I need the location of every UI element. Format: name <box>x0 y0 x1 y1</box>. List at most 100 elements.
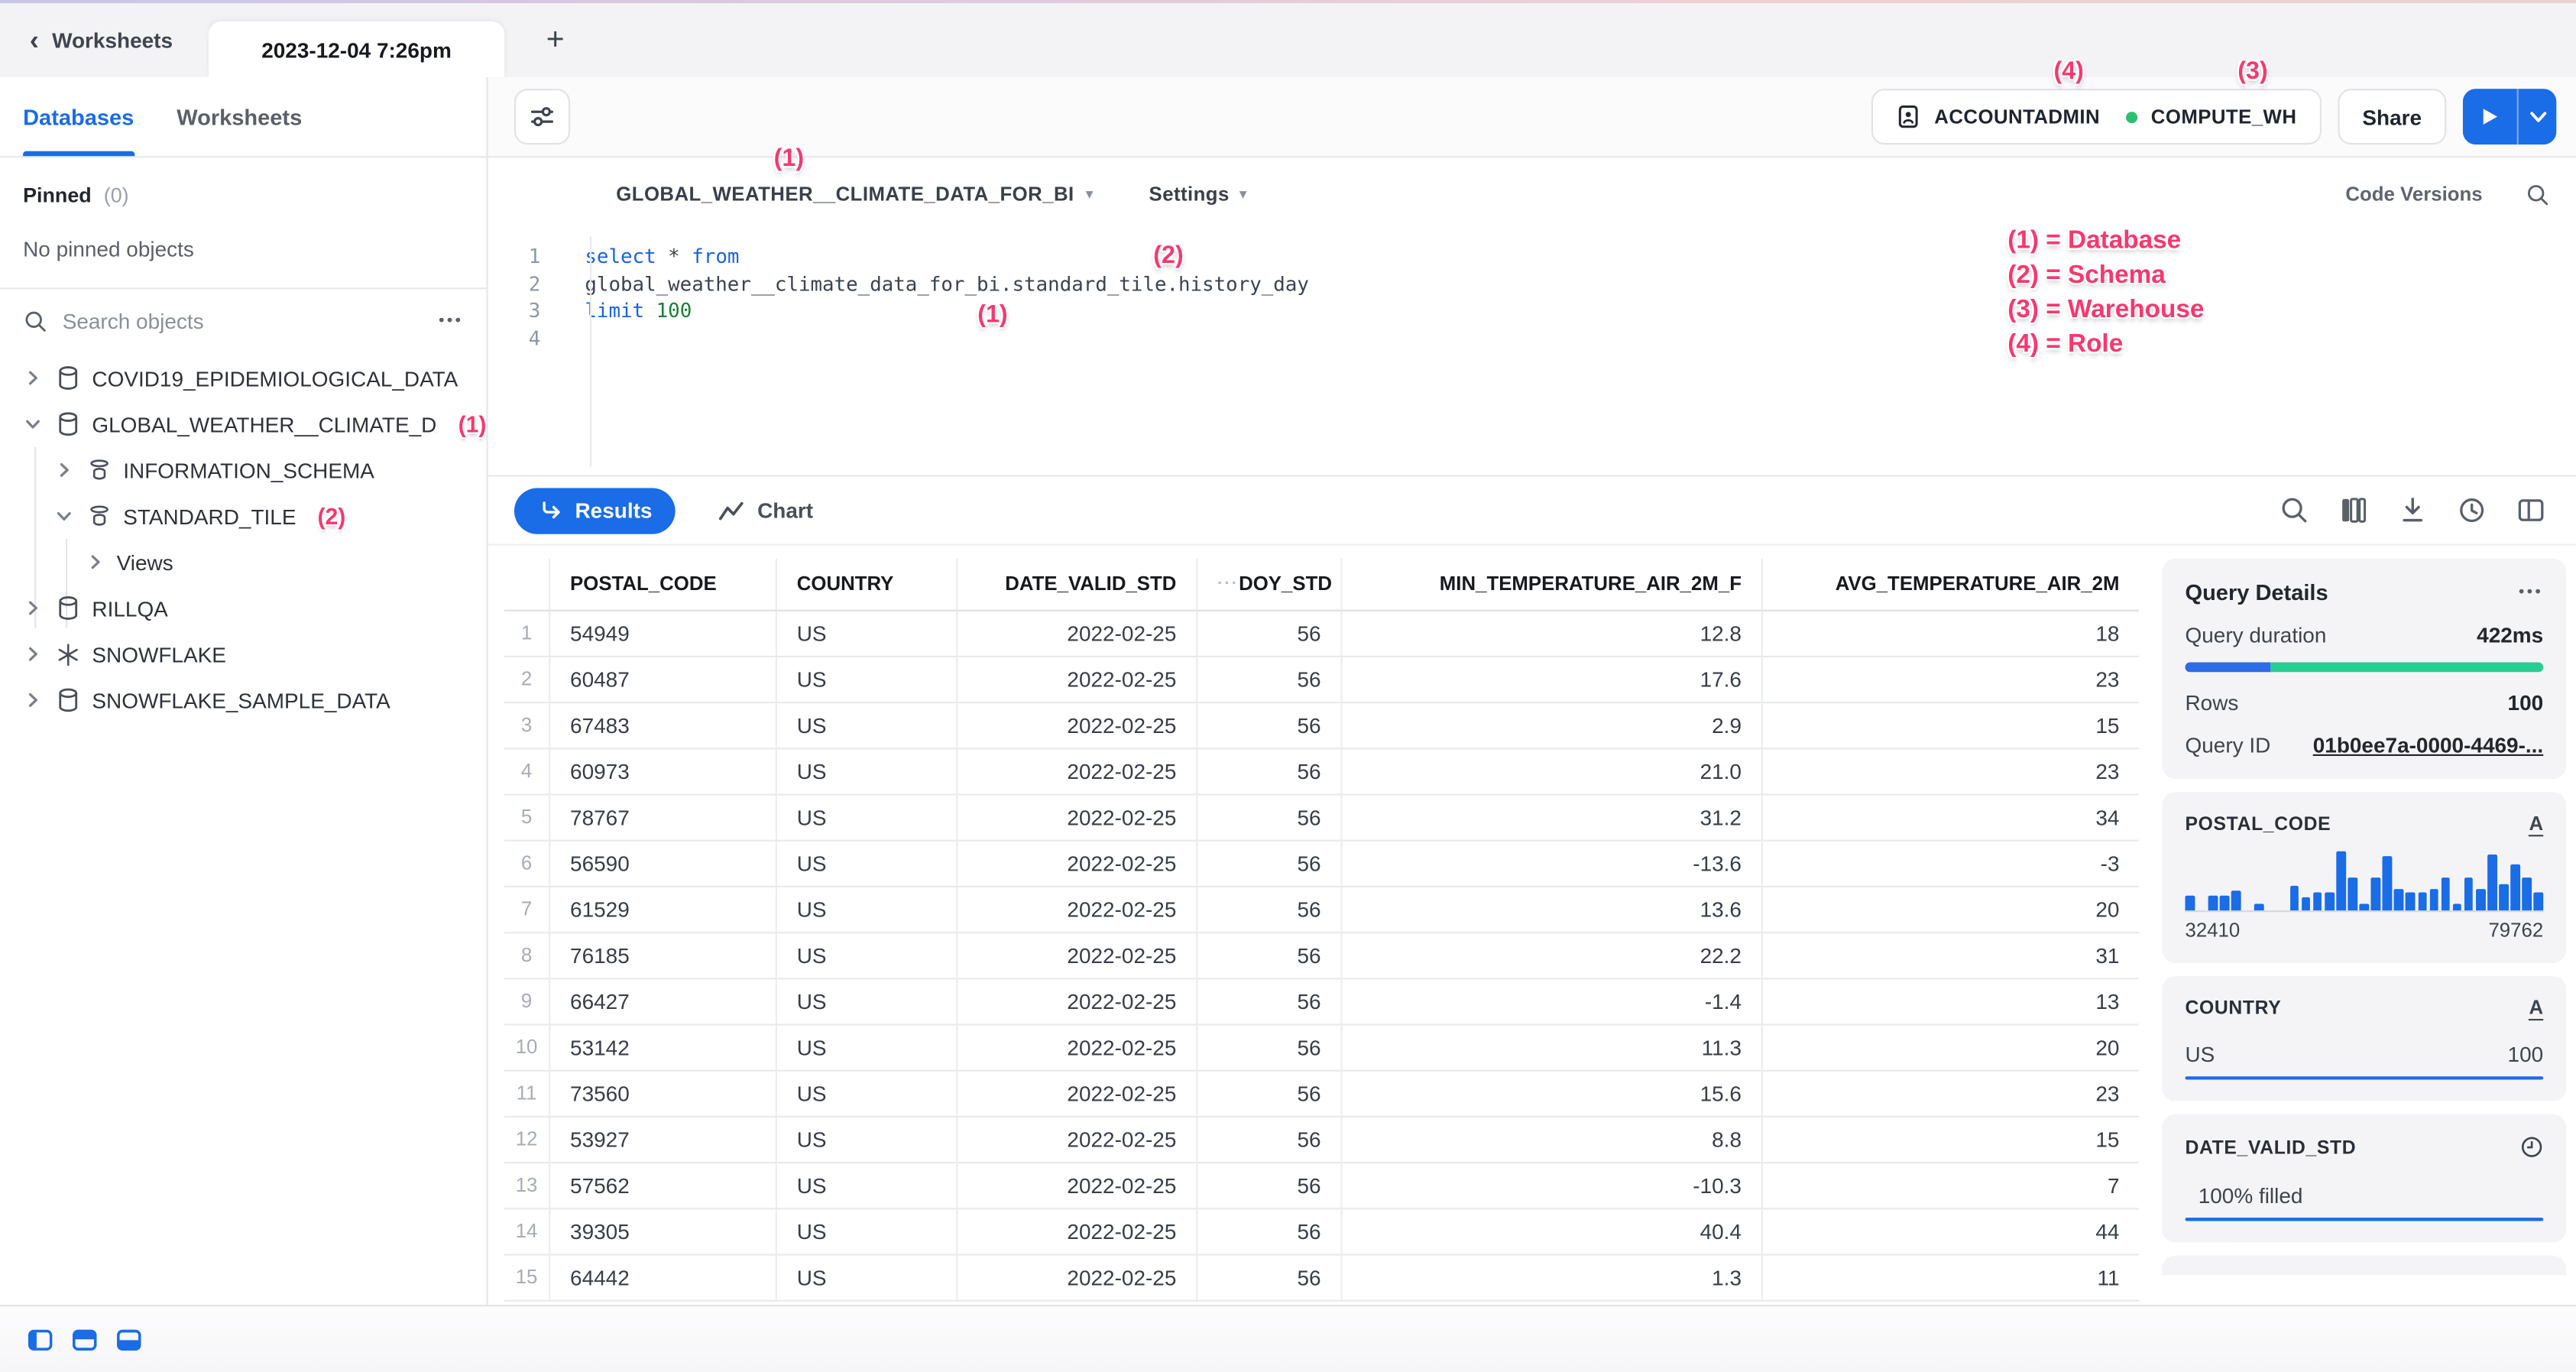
table-cell[interactable]: 2022-02-25 <box>957 1209 1197 1254</box>
table-cell[interactable]: 2022-02-25 <box>957 703 1197 748</box>
table-cell[interactable]: 2022-02-25 <box>957 1256 1197 1300</box>
table-cell[interactable]: 78767 <box>550 796 777 840</box>
column-header-avg_temperature_air_2m[interactable]: AVG_TEMPERATURE_AIR_2M <box>1763 559 2139 610</box>
table-row[interactable]: 761529US2022-02-255613.620 <box>504 887 2139 933</box>
table-cell[interactable]: 8.8 <box>1343 1117 1763 1162</box>
table-cell[interactable]: 56 <box>1197 611 1342 656</box>
table-cell[interactable]: 11.3 <box>1343 1026 1763 1070</box>
table-cell[interactable]: 2022-02-25 <box>957 1117 1197 1162</box>
table-cell[interactable]: US <box>777 749 958 793</box>
table-row[interactable]: 367483US2022-02-25562.915 <box>504 703 2139 749</box>
tab-results[interactable]: Results <box>514 487 676 533</box>
download-results-button[interactable] <box>2396 494 2429 527</box>
table-cell[interactable]: 67483 <box>550 703 777 748</box>
table-row[interactable]: 1053142US2022-02-255611.320 <box>504 1026 2139 1072</box>
table-cell[interactable]: US <box>777 1072 958 1116</box>
table-cell[interactable]: 40.4 <box>1343 1209 1763 1254</box>
table-cell[interactable]: 2022-02-25 <box>957 796 1197 840</box>
tab-databases[interactable]: Databases <box>23 77 134 156</box>
table-cell[interactable]: 64442 <box>550 1256 777 1300</box>
search-results-button[interactable] <box>2277 494 2310 527</box>
chevron-right-icon[interactable] <box>86 552 105 572</box>
tree-item-views[interactable]: Views <box>0 539 486 585</box>
tree-item-information-schema[interactable]: INFORMATION_SCHEMA <box>0 447 486 493</box>
table-cell[interactable]: US <box>777 1209 958 1254</box>
table-cell[interactable]: 13 <box>1763 979 2139 1023</box>
toggle-results-panel-icon[interactable] <box>117 1328 141 1350</box>
table-cell[interactable]: 2022-02-25 <box>957 887 1197 932</box>
role-warehouse-selector[interactable]: ACCOUNTADMIN COMPUTE_WH <box>1872 89 2322 144</box>
sql-editor[interactable]: 1select * from2global_weather__climate_d… <box>488 230 2576 352</box>
worksheet-filters-button[interactable] <box>514 89 570 144</box>
table-cell[interactable]: US <box>777 611 958 656</box>
table-cell[interactable]: 23 <box>1763 1072 2139 1116</box>
table-cell[interactable]: 56 <box>1197 887 1342 932</box>
table-row[interactable]: 578767US2022-02-255631.234 <box>504 796 2139 842</box>
table-cell[interactable]: US <box>777 1256 958 1300</box>
table-cell[interactable]: 56590 <box>550 842 777 886</box>
table-cell[interactable]: 56 <box>1197 842 1342 886</box>
table-cell[interactable]: 56 <box>1197 749 1342 793</box>
tree-item-covid19-epidemiological-data[interactable]: COVID19_EPIDEMIOLOGICAL_DATA <box>0 355 486 401</box>
tree-item-standard-tile[interactable]: STANDARD_TILE(2) <box>0 493 486 539</box>
table-cell[interactable]: US <box>777 842 958 886</box>
table-cell[interactable]: 2022-02-25 <box>957 979 1197 1023</box>
table-row[interactable]: 154949US2022-02-255612.818 <box>504 611 2139 657</box>
table-cell[interactable]: US <box>777 796 958 840</box>
table-cell[interactable]: 76185 <box>550 933 777 978</box>
run-options-button[interactable] <box>2517 89 2557 144</box>
settings-dropdown[interactable]: Settings ▾ <box>1149 183 1247 206</box>
tree-item-rillqa[interactable]: RILLQA <box>0 585 486 631</box>
table-cell[interactable]: -13.6 <box>1343 842 1763 886</box>
table-cell[interactable]: 56 <box>1197 1209 1342 1254</box>
table-cell[interactable]: 2022-02-25 <box>957 933 1197 978</box>
table-cell[interactable]: 22.2 <box>1343 933 1763 978</box>
query-id-link[interactable]: 01b0ee7a-0000-4469-... <box>2313 733 2543 757</box>
search-objects-input[interactable]: Search objects ••• <box>0 289 486 352</box>
table-row[interactable]: 1564442US2022-02-25561.311 <box>504 1256 2139 1302</box>
new-worksheet-button[interactable]: + <box>534 20 577 63</box>
table-cell[interactable]: 56 <box>1197 703 1342 748</box>
query-details-menu[interactable]: ••• <box>2519 583 2543 602</box>
column-header-rownum[interactable] <box>504 559 550 610</box>
table-cell[interactable]: US <box>777 979 958 1023</box>
table-cell[interactable]: US <box>777 1117 958 1162</box>
table-cell[interactable]: 66427 <box>550 979 777 1023</box>
table-cell[interactable]: 7 <box>1763 1163 2139 1208</box>
table-cell[interactable]: 56 <box>1197 1163 1342 1208</box>
table-cell[interactable]: 56 <box>1197 1026 1342 1070</box>
table-cell[interactable]: 1.3 <box>1343 1256 1763 1300</box>
chevron-right-icon[interactable] <box>23 368 43 388</box>
table-row[interactable]: 460973US2022-02-255621.023 <box>504 749 2139 795</box>
table-cell[interactable]: 56 <box>1197 1117 1342 1162</box>
table-cell[interactable]: 56 <box>1197 796 1342 840</box>
table-row[interactable]: 966427US2022-02-2556-1.413 <box>504 979 2139 1025</box>
tree-item-snowflake-sample-data[interactable]: SNOWFLAKE_SAMPLE_DATA <box>0 677 486 723</box>
columns-button[interactable] <box>2336 494 2369 527</box>
chevron-right-icon[interactable] <box>23 644 43 664</box>
table-cell[interactable]: 56 <box>1197 1256 1342 1300</box>
tree-item-global-weather-climate-data-f-[interactable]: GLOBAL_WEATHER__CLIMATE_DATA_F...(1) <box>0 401 486 447</box>
table-cell[interactable]: 39305 <box>550 1209 777 1254</box>
column-header-postal_code[interactable]: POSTAL_CODE <box>550 559 777 610</box>
table-cell[interactable]: 34 <box>1763 796 2139 840</box>
table-cell[interactable]: 15 <box>1763 703 2139 748</box>
toggle-panel-button[interactable] <box>2514 494 2547 527</box>
table-cell[interactable]: 2.9 <box>1343 703 1763 748</box>
table-cell[interactable]: 15.6 <box>1343 1072 1763 1116</box>
column-header-date_valid_std[interactable]: DATE_VALID_STD <box>957 559 1197 610</box>
table-cell[interactable]: 18 <box>1763 611 2139 656</box>
table-cell[interactable]: US <box>777 1026 958 1070</box>
table-cell[interactable]: US <box>777 887 958 932</box>
table-cell[interactable]: US <box>777 703 958 748</box>
chevron-right-icon[interactable] <box>23 690 43 710</box>
column-header-min_temperature_air_2m_f[interactable]: MIN_TEMPERATURE_AIR_2M_F <box>1343 559 1763 610</box>
table-row[interactable]: 656590US2022-02-2556-13.6-3 <box>504 842 2139 887</box>
table-cell[interactable]: US <box>777 933 958 978</box>
table-cell[interactable]: 2022-02-25 <box>957 657 1197 702</box>
table-cell[interactable]: 23 <box>1763 657 2139 702</box>
table-cell[interactable]: 31.2 <box>1343 796 1763 840</box>
table-cell[interactable]: 56 <box>1197 979 1342 1023</box>
share-button[interactable]: Share <box>2338 89 2446 144</box>
table-cell[interactable]: US <box>777 1163 958 1208</box>
